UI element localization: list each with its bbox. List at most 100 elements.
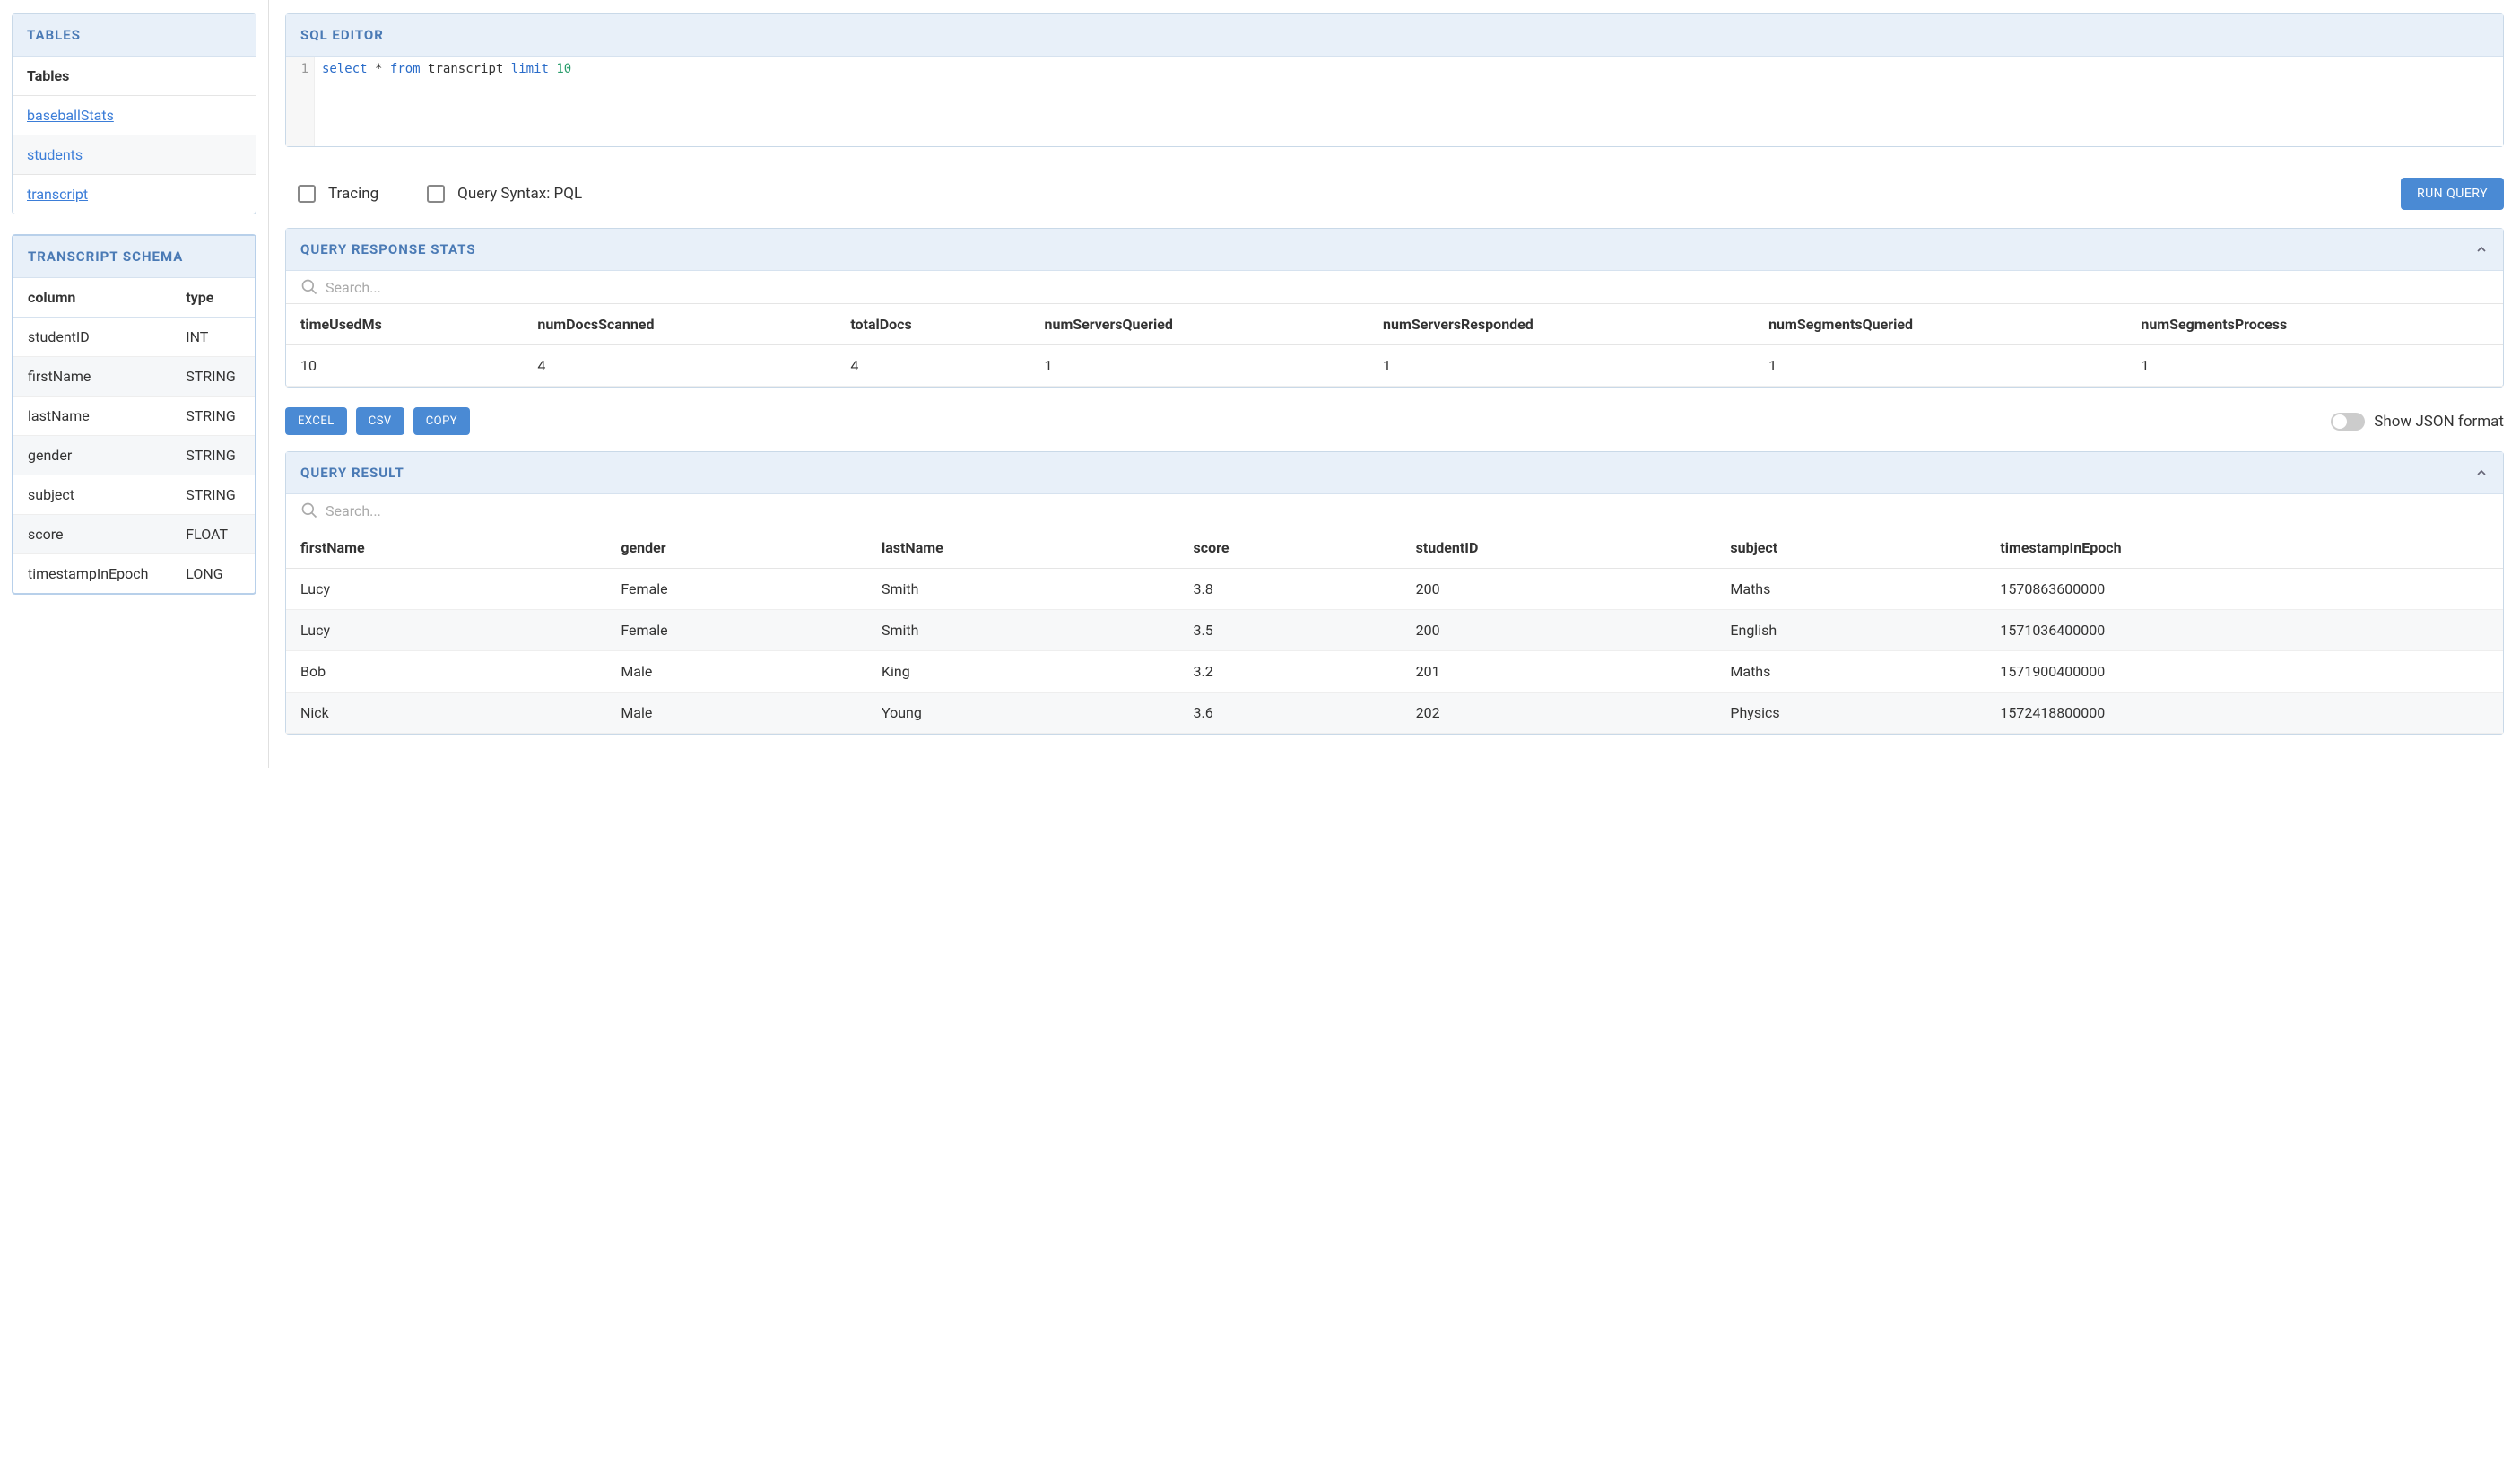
excel-button[interactable]: EXCEL bbox=[285, 407, 347, 435]
tracing-checkbox[interactable] bbox=[298, 185, 316, 203]
result-cell: 3.5 bbox=[1179, 610, 1402, 651]
result-col[interactable]: timestampInEpoch bbox=[1986, 527, 2503, 569]
result-col[interactable]: score bbox=[1179, 527, 1402, 569]
kw-select: select bbox=[322, 62, 368, 76]
schema-cell-type: STRING bbox=[171, 436, 255, 475]
ident: transcript bbox=[428, 62, 503, 76]
result-cell: English bbox=[1716, 610, 1986, 651]
schema-cell-type: FLOAT bbox=[171, 515, 255, 554]
json-toggle[interactable] bbox=[2331, 413, 2365, 431]
sql-editor-area[interactable]: 1 select * from transcript limit 10 bbox=[286, 57, 2503, 146]
pql-checkbox[interactable] bbox=[427, 185, 445, 203]
copy-button[interactable]: COPY bbox=[413, 407, 470, 435]
schema-cell-column: studentID bbox=[13, 318, 171, 357]
table-row: LucyFemaleSmith3.5200English157103640000… bbox=[286, 610, 2503, 651]
result-search-input[interactable] bbox=[326, 502, 2489, 519]
export-row: EXCEL CSV COPY Show JSON format bbox=[285, 407, 2504, 435]
sidebar: TABLES Tables baseballStats students tra… bbox=[0, 0, 269, 768]
tracing-label: Tracing bbox=[328, 185, 378, 203]
csv-button[interactable]: CSV bbox=[356, 407, 404, 435]
result-cell: 202 bbox=[1402, 693, 1716, 734]
result-cell: King bbox=[867, 651, 1179, 693]
stats-col[interactable]: numServersQueried bbox=[1030, 304, 1369, 345]
schema-table: column type studentIDINTfirstNameSTRINGl… bbox=[13, 278, 255, 593]
kw-from: from bbox=[390, 62, 421, 76]
schema-cell-column: score bbox=[13, 515, 171, 554]
pql-label: Query Syntax: PQL bbox=[457, 185, 582, 203]
stats-col[interactable]: totalDocs bbox=[836, 304, 1030, 345]
stats-col[interactable]: numServersResponded bbox=[1369, 304, 1754, 345]
table-link[interactable]: baseballStats bbox=[27, 107, 114, 124]
num: 10 bbox=[556, 62, 571, 76]
schema-cell-column: lastName bbox=[13, 397, 171, 436]
stats-col[interactable]: timeUsedMs bbox=[286, 304, 523, 345]
schema-cell-type: STRING bbox=[171, 397, 255, 436]
stats-cell: 1 bbox=[1030, 345, 1369, 387]
schema-cell-type: STRING bbox=[171, 475, 255, 515]
table-row: NickMaleYoung3.6202Physics1572418800000 bbox=[286, 693, 2503, 734]
schema-panel-title: TRANSCRIPT SCHEMA bbox=[28, 248, 183, 265]
main-content: SQL EDITOR 1 select * from transcript li… bbox=[269, 0, 2520, 768]
search-icon bbox=[300, 278, 318, 296]
schema-row: lastNameSTRING bbox=[13, 397, 255, 436]
result-col[interactable]: studentID bbox=[1402, 527, 1716, 569]
editor-code[interactable]: select * from transcript limit 10 bbox=[315, 57, 578, 146]
stats-search-row bbox=[286, 271, 2503, 304]
result-col[interactable]: gender bbox=[606, 527, 867, 569]
kw-limit: limit bbox=[511, 62, 549, 76]
result-cell: 1572418800000 bbox=[1986, 693, 2503, 734]
result-cell: 1571900400000 bbox=[1986, 651, 2503, 693]
table-item-baseballStats[interactable]: baseballStats bbox=[13, 96, 256, 135]
result-cell: Lucy bbox=[286, 569, 606, 610]
editor-controls: Tracing Query Syntax: PQL RUN QUERY bbox=[285, 167, 2504, 228]
chevron-up-icon[interactable] bbox=[2474, 466, 2489, 480]
result-search-row bbox=[286, 494, 2503, 527]
table-link[interactable]: students bbox=[27, 146, 83, 163]
stats-search-input[interactable] bbox=[326, 279, 2489, 296]
table-row: LucyFemaleSmith3.8200Maths1570863600000 bbox=[286, 569, 2503, 610]
result-cell: Lucy bbox=[286, 610, 606, 651]
json-toggle-label: Show JSON format bbox=[2374, 413, 2504, 431]
run-query-button[interactable]: RUN QUERY bbox=[2401, 178, 2504, 210]
result-col[interactable]: firstName bbox=[286, 527, 606, 569]
table-row: BobMaleKing3.2201Maths1571900400000 bbox=[286, 651, 2503, 693]
stats-cell: 1 bbox=[2126, 345, 2503, 387]
schema-cell-column: subject bbox=[13, 475, 171, 515]
stats-cell: 1 bbox=[1754, 345, 2126, 387]
result-cell: Bob bbox=[286, 651, 606, 693]
result-header[interactable]: QUERY RESULT bbox=[286, 452, 2503, 494]
tables-subheader: Tables bbox=[13, 57, 256, 96]
table-item-students[interactable]: students bbox=[13, 135, 256, 175]
schema-cell-type: LONG bbox=[171, 554, 255, 594]
result-cell: 3.2 bbox=[1179, 651, 1402, 693]
editor-gutter: 1 bbox=[286, 57, 315, 146]
result-cell: 200 bbox=[1402, 610, 1716, 651]
stats-cell: 4 bbox=[523, 345, 836, 387]
schema-cell-type: STRING bbox=[171, 357, 255, 397]
result-cell: Smith bbox=[867, 569, 1179, 610]
table-item-transcript[interactable]: transcript bbox=[13, 175, 256, 214]
schema-panel: TRANSCRIPT SCHEMA column type studentIDI… bbox=[12, 234, 256, 595]
stats-col[interactable]: numSegmentsProcess bbox=[2126, 304, 2503, 345]
result-cell: Young bbox=[867, 693, 1179, 734]
table-link[interactable]: transcript bbox=[27, 186, 88, 203]
result-cell: Female bbox=[606, 569, 867, 610]
stats-col[interactable]: numSegmentsQueried bbox=[1754, 304, 2126, 345]
schema-row: subjectSTRING bbox=[13, 475, 255, 515]
stats-header[interactable]: QUERY RESPONSE STATS bbox=[286, 229, 2503, 271]
schema-row: timestampInEpochLONG bbox=[13, 554, 255, 594]
chevron-up-icon[interactable] bbox=[2474, 242, 2489, 257]
result-cell: Nick bbox=[286, 693, 606, 734]
result-table: firstNamegenderlastNamescorestudentIDsub… bbox=[286, 527, 2503, 734]
result-cell: Male bbox=[606, 693, 867, 734]
result-cell: Maths bbox=[1716, 569, 1986, 610]
schema-col-column: column bbox=[13, 278, 171, 318]
result-col[interactable]: lastName bbox=[867, 527, 1179, 569]
stats-panel: QUERY RESPONSE STATS timeUsedMsnumDocsSc… bbox=[285, 228, 2504, 388]
result-panel: QUERY RESULT firstNamegenderlastNamescor… bbox=[285, 451, 2504, 735]
result-title: QUERY RESULT bbox=[300, 465, 404, 481]
schema-panel-header: TRANSCRIPT SCHEMA bbox=[13, 236, 255, 278]
result-col[interactable]: subject bbox=[1716, 527, 1986, 569]
schema-row: firstNameSTRING bbox=[13, 357, 255, 397]
stats-col[interactable]: numDocsScanned bbox=[523, 304, 836, 345]
